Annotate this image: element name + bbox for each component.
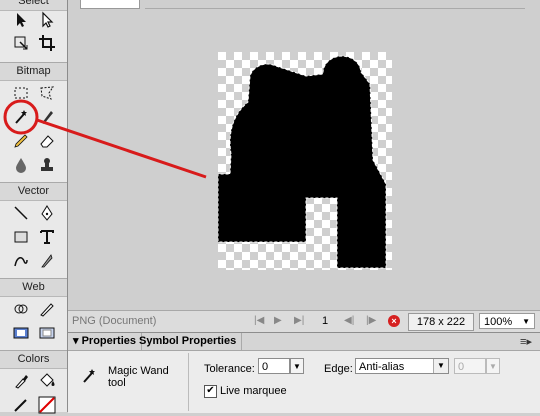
- document-status-bar: PNG (Document) |◀ ▶ ▶| 1 ◀| |▶ × 178 x 2…: [68, 310, 540, 333]
- line-tool-icon[interactable]: [10, 202, 32, 224]
- stroke-color-icon[interactable]: [10, 394, 32, 416]
- tools-panel: Select Bitmap Vector Web Colors: [0, 0, 68, 414]
- zoom-select[interactable]: 100% ▼: [479, 313, 535, 329]
- marquee-tool-icon[interactable]: [10, 82, 32, 104]
- tool-name-label: Magic Wand tool: [108, 365, 169, 389]
- rectangle-tool-icon[interactable]: [10, 226, 32, 248]
- lasso-tool-icon[interactable]: [36, 82, 58, 104]
- colors-section-header: Colors: [0, 350, 67, 369]
- vector-section-header: Vector: [0, 182, 67, 201]
- frame-number: 1: [322, 315, 329, 327]
- next-frame-icon[interactable]: |▶: [366, 315, 376, 326]
- image-dimensions[interactable]: 178 x 222: [408, 313, 474, 331]
- hide-slices-icon[interactable]: [10, 322, 32, 344]
- document-image[interactable]: [218, 52, 392, 270]
- magic-wand-icon: [83, 369, 95, 383]
- tolerance-field[interactable]: 0: [258, 358, 290, 374]
- document-tab[interactable]: [80, 0, 140, 9]
- hotspot-tool-icon[interactable]: [10, 298, 32, 320]
- brush-tool-icon[interactable]: [36, 106, 58, 128]
- eraser-tool-icon[interactable]: [36, 130, 58, 152]
- chevron-down-icon: ▼: [433, 359, 448, 373]
- scale-tool-icon[interactable]: [10, 32, 32, 54]
- subselection-tool-icon[interactable]: [36, 9, 58, 31]
- tolerance-slider-button[interactable]: ▼: [290, 358, 304, 374]
- show-slices-icon[interactable]: [36, 322, 58, 344]
- tab-properties-label: Properties: [81, 335, 136, 347]
- panel-options-menu-icon[interactable]: ≡▸: [520, 335, 532, 348]
- previous-frame-icon[interactable]: ◀|: [344, 315, 354, 326]
- paint-bucket-tool-icon[interactable]: [36, 370, 58, 392]
- first-frame-icon[interactable]: |◀: [254, 315, 264, 326]
- document-tab-strip: [145, 0, 525, 9]
- live-marquee-checkbox[interactable]: ✔: [204, 385, 217, 398]
- crop-tool-icon[interactable]: [36, 32, 58, 54]
- knife-tool-icon[interactable]: [36, 250, 58, 272]
- text-tool-icon[interactable]: [36, 226, 58, 248]
- edge-select[interactable]: Anti-alias ▼: [355, 358, 449, 374]
- zoom-value: 100%: [484, 316, 513, 328]
- collapse-arrow-icon[interactable]: ▾: [73, 335, 82, 347]
- tolerance-label: Tolerance:: [204, 363, 255, 375]
- stop-icon[interactable]: ×: [388, 315, 400, 327]
- magic-wand-tool-icon[interactable]: [10, 106, 32, 128]
- edge-label: Edge:: [324, 363, 353, 375]
- freeform-tool-icon[interactable]: [10, 250, 32, 272]
- pencil-tool-icon[interactable]: [10, 130, 32, 152]
- rubber-stamp-tool-icon[interactable]: [36, 154, 58, 176]
- tab-symbol-properties[interactable]: Symbol Properties: [134, 333, 243, 350]
- current-tool-info: Magic Wand tool: [74, 353, 189, 411]
- play-icon[interactable]: ▶: [274, 315, 282, 326]
- blur-tool-icon[interactable]: [10, 154, 32, 176]
- fill-color-swatch-icon[interactable]: [36, 394, 58, 416]
- last-frame-icon[interactable]: ▶|: [294, 315, 304, 326]
- eyedropper-tool-icon[interactable]: [10, 370, 32, 392]
- document-type-label: PNG (Document): [72, 315, 157, 327]
- properties-panel: ▾ Properties Symbol Properties ≡▸ Magic …: [68, 332, 540, 413]
- slice-tool-icon[interactable]: [36, 298, 58, 320]
- feather-amount-slider-button[interactable]: ▼: [486, 358, 500, 374]
- edge-select-value: Anti-alias: [359, 361, 405, 373]
- bitmap-section-header: Bitmap: [0, 62, 67, 81]
- properties-panel-tabs: ▾ Properties Symbol Properties ≡▸: [68, 333, 540, 351]
- web-section-header: Web: [0, 278, 67, 297]
- feather-amount-field[interactable]: 0: [454, 358, 486, 374]
- black-shape-artwork: [218, 55, 387, 269]
- pointer-tool-icon[interactable]: [10, 9, 32, 31]
- chevron-down-icon: ▼: [522, 317, 530, 326]
- tab-properties[interactable]: ▾ Properties: [68, 333, 142, 350]
- pen-tool-icon[interactable]: [36, 202, 58, 224]
- live-marquee-label: Live marquee: [220, 385, 287, 397]
